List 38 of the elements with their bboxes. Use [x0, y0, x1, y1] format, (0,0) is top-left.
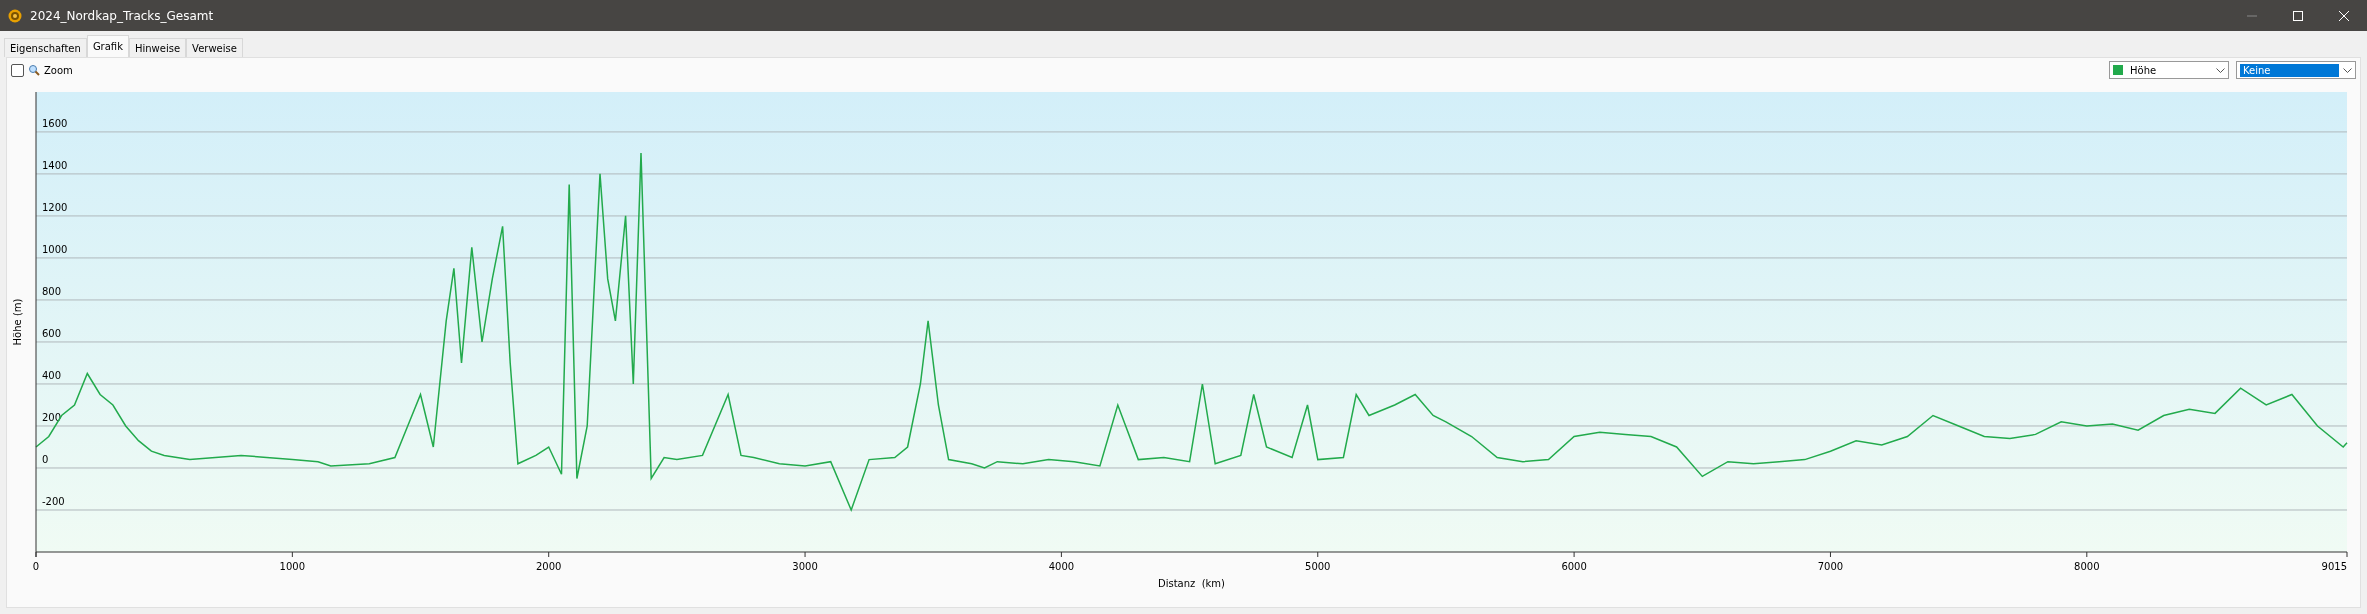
- x-tick-label: 1000: [279, 561, 306, 572]
- maximize-icon[interactable]: [2293, 10, 2303, 21]
- x-tick-label: 8000: [2074, 561, 2100, 572]
- y-tick-label: 1600: [42, 117, 68, 129]
- compare-dropdown[interactable]: Keine: [2236, 61, 2356, 79]
- close-icon[interactable]: [2339, 10, 2349, 21]
- zoom-checkbox[interactable]: [11, 63, 24, 77]
- zoom-label: Zoom: [44, 64, 73, 76]
- chevron-down-icon: [2343, 67, 2352, 73]
- x-tick-label: 5000: [1305, 561, 1331, 572]
- window-title: 2024_Nordkap_Tracks_Gesamt: [30, 8, 214, 23]
- magnifier-icon: [28, 64, 40, 76]
- y-tick-label: 1000: [42, 243, 68, 255]
- tab[interactable]: Grafik: [86, 35, 129, 57]
- x-tick-label: 4000: [1048, 561, 1075, 572]
- y-tick-label: 0: [42, 454, 49, 465]
- chevron-down-icon: [2216, 67, 2225, 73]
- x-tick-label: 2000: [535, 561, 562, 572]
- x-tick-label: 3000: [792, 561, 818, 572]
- series-dropdown[interactable]: Höhe: [2109, 61, 2229, 79]
- tab[interactable]: Eigenschaften: [4, 38, 87, 57]
- y-tick-label: 800: [42, 285, 62, 297]
- color-swatch: [2113, 65, 2123, 75]
- x-tick-label: 0: [32, 561, 40, 572]
- tab[interactable]: Verweise: [186, 38, 243, 57]
- y-tick-label: 1200: [42, 201, 68, 213]
- y-tick-label: 600: [42, 327, 62, 339]
- y-tick-label: 400: [42, 369, 62, 381]
- y-axis-title: Höhe (m): [12, 298, 23, 346]
- y-tick-label: 200: [42, 411, 62, 423]
- app-icon: [8, 8, 22, 23]
- x-tick-label: 7000: [1817, 561, 1844, 572]
- tab[interactable]: Hinweise: [128, 38, 187, 57]
- x-tick-label: 9015: [2321, 561, 2347, 572]
- y-tick-label: 1400: [42, 159, 68, 171]
- x-tick-label: 6000: [1561, 561, 1587, 572]
- x-axis-title: Distanz (km): [1158, 578, 1225, 589]
- y-tick-label: -200: [42, 496, 65, 507]
